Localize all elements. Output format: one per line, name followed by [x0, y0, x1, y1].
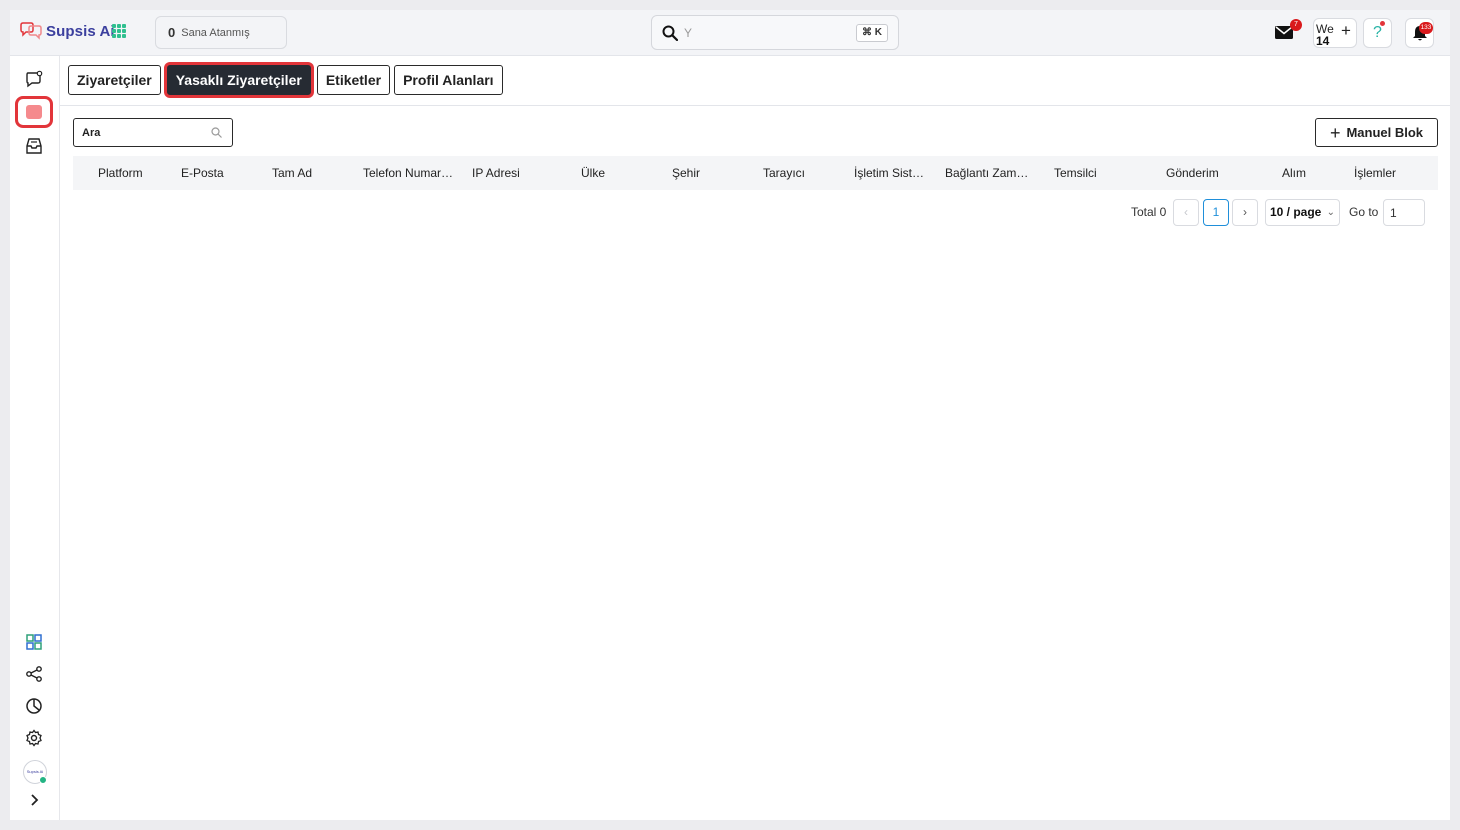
assigned-to-me-button[interactable]: 0 Sana Atanmış — [155, 16, 287, 49]
tab-banned-visitors-wrap: Yasaklı Ziyaretçiler — [165, 65, 313, 95]
assigned-count: 0 — [168, 25, 176, 40]
column-header-browser[interactable]: Tarayıcı — [763, 156, 843, 190]
sidebar: Supsis Ai — [10, 56, 60, 820]
column-header-email[interactable]: E-Posta — [181, 156, 261, 190]
apps-grid-icon[interactable] — [112, 24, 126, 38]
expand-sidebar-button[interactable] — [22, 788, 46, 812]
page-size-value: 10 / page — [1270, 205, 1322, 219]
sidebar-item-settings[interactable] — [22, 726, 46, 750]
manual-block-button[interactable]: + Manuel Blok — [1315, 118, 1438, 147]
sidebar-item-inbox[interactable] — [22, 134, 46, 158]
sidebar-item-integrations[interactable] — [22, 662, 46, 686]
tab-visitors[interactable]: Ziyaretçiler — [68, 65, 161, 95]
page-size-select[interactable]: 10 / page ⌄ — [1265, 199, 1340, 226]
logo[interactable]: Supsis Ai — [19, 22, 115, 40]
online-status-dot — [39, 776, 47, 784]
sidebar-item-chats[interactable] — [22, 67, 46, 91]
chevron-down-icon: ⌄ — [1326, 207, 1335, 218]
help-indicator-dot — [1380, 21, 1385, 26]
chevron-right-icon: › — [1243, 205, 1247, 219]
global-search-input[interactable] — [684, 25, 844, 40]
next-page-button[interactable]: › — [1232, 199, 1258, 226]
goto-page-input[interactable] — [1383, 199, 1425, 226]
pagination-total: Total 0 — [1131, 205, 1167, 219]
notifications-badge: 133 — [1419, 22, 1433, 34]
search-icon — [211, 127, 222, 138]
assigned-label: Sana Atanmış — [181, 26, 250, 39]
column-header-full-name[interactable]: Tam Ad — [272, 156, 352, 190]
page-number-button[interactable]: 1 — [1203, 199, 1229, 226]
app-window: Supsis Ai 0 Sana Atanmış ⌘ K 7 We 14 + — [10, 10, 1450, 820]
inbox-tray-icon — [26, 138, 42, 154]
dashboard-grid-icon — [26, 634, 42, 650]
chevron-left-icon: ‹ — [1184, 205, 1188, 219]
sidebar-item-dashboard[interactable] — [22, 630, 46, 654]
prev-page-button[interactable]: ‹ — [1173, 199, 1199, 226]
tab-profile-fields[interactable]: Profil Alanları — [394, 65, 503, 95]
top-bar: Supsis Ai 0 Sana Atanmış ⌘ K 7 We 14 + — [10, 10, 1450, 56]
tab-tags[interactable]: Etiketler — [316, 65, 391, 95]
sidebar-item-contacts[interactable] — [15, 96, 53, 128]
column-header-platform[interactable]: Platform — [98, 156, 178, 190]
contact-card-icon — [26, 105, 42, 119]
column-header-country[interactable]: Ülke — [581, 156, 651, 190]
column-header-connection-time[interactable]: Bağlantı Zamanı — [945, 156, 1033, 190]
column-header-agent[interactable]: Temsilci — [1054, 156, 1134, 190]
column-header-city[interactable]: Şehir — [672, 156, 742, 190]
app-name: Supsis Ai — [46, 22, 115, 40]
sidebar-item-reports[interactable] — [22, 694, 46, 718]
workspace-number: 14 — [1316, 34, 1330, 48]
global-search[interactable]: ⌘ K — [651, 15, 899, 50]
goto-label: Go to — [1349, 205, 1379, 219]
manual-block-label: Manuel Blok — [1346, 125, 1424, 140]
divider — [60, 105, 1450, 106]
tab-banned-visitors[interactable]: Yasaklı Ziyaretçiler — [166, 65, 311, 95]
mail-badge: 7 — [1290, 19, 1302, 31]
search-shortcut-hint: ⌘ K — [856, 24, 888, 42]
column-header-received[interactable]: Alım — [1282, 156, 1342, 190]
search-icon — [662, 25, 678, 41]
column-header-ip-address[interactable]: IP Adresi — [472, 156, 552, 190]
plus-icon: + — [1341, 21, 1351, 40]
workspace-add-button[interactable]: We 14 + — [1313, 18, 1357, 48]
chat-bubble-icon — [26, 70, 43, 88]
column-header-actions[interactable]: İşlemler — [1354, 156, 1424, 190]
share-nodes-icon — [26, 666, 42, 682]
chevron-right-icon — [31, 794, 39, 806]
tab-bar: Ziyaretçiler Yasaklı Ziyaretçiler Etiket… — [68, 65, 503, 95]
chat-bubbles-logo-icon — [20, 22, 42, 40]
column-header-os[interactable]: İşletim Sistemi — [854, 156, 927, 190]
plus-icon: + — [1329, 122, 1341, 143]
table-header: Platform E-Posta Tam Ad Telefon Numarası… — [73, 156, 1438, 190]
help-icon: ? — [1373, 24, 1382, 41]
gear-icon — [26, 729, 42, 747]
search-input[interactable] — [82, 126, 202, 139]
help-button[interactable]: ? — [1363, 18, 1392, 48]
column-header-sent[interactable]: Gönderim — [1166, 156, 1246, 190]
search-field[interactable] — [73, 118, 233, 147]
pie-chart-icon — [26, 698, 42, 714]
column-header-phone[interactable]: Telefon Numarası — [363, 156, 454, 190]
